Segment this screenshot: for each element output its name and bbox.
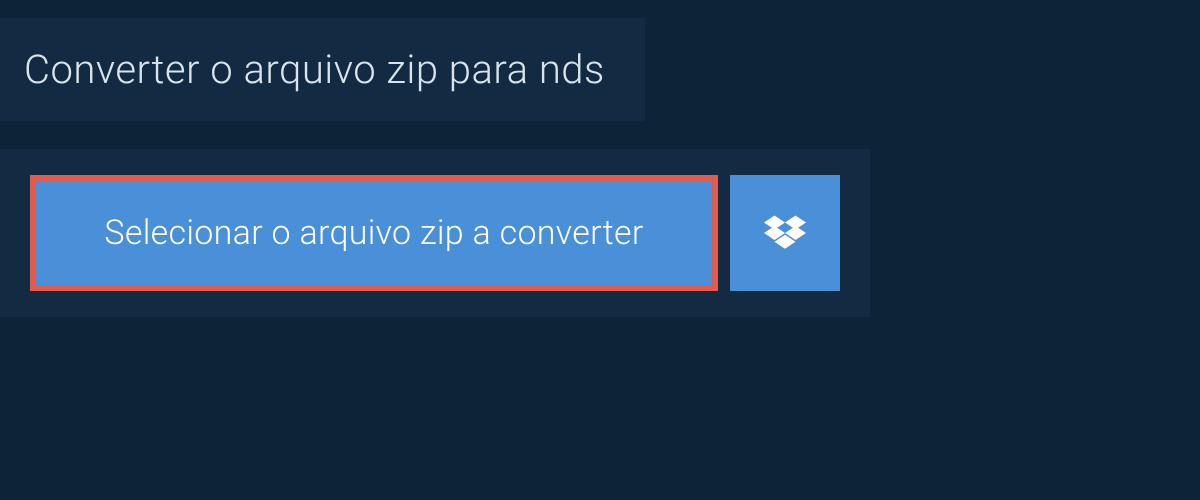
page-title: Converter o arquivo zip para nds: [24, 46, 605, 93]
button-row: Selecionar o arquivo zip a converter: [0, 149, 870, 317]
title-bar: Converter o arquivo zip para nds: [0, 18, 645, 121]
dropbox-icon: [764, 212, 806, 254]
select-file-button[interactable]: Selecionar o arquivo zip a converter: [30, 175, 718, 291]
dropbox-button[interactable]: [730, 175, 840, 291]
